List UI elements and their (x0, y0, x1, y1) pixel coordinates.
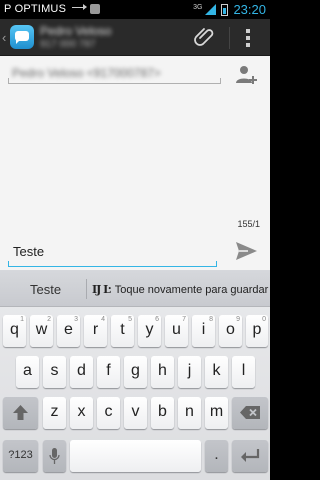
soft-keyboard: Teste IJ Ŀ Toque novamente para guardar … (0, 270, 270, 480)
backspace-icon (240, 406, 260, 419)
carrier-label: P OPTIMUS (4, 3, 67, 15)
recipient-row: Pedro Veloso <917000787> (0, 56, 270, 92)
key-g[interactable]: g (124, 356, 147, 388)
status-bar: P OPTIMUS 3G 23:20 (0, 0, 270, 19)
dictionary-glyph: IJ Ŀ (92, 283, 111, 296)
key-p[interactable]: p0 (246, 315, 268, 347)
suggestion-divider (86, 279, 87, 299)
key-v[interactable]: v (124, 397, 147, 429)
clock: 23:20 (233, 2, 266, 17)
message-thread (0, 92, 270, 242)
symbols-key[interactable]: ?123 (3, 440, 38, 472)
key-r[interactable]: r4 (84, 315, 107, 347)
suggestion-strip: Teste IJ Ŀ Toque novamente para guardar (0, 270, 270, 307)
key-i[interactable]: i8 (192, 315, 215, 347)
network-type-label: 3G (193, 3, 203, 11)
key-c[interactable]: c (97, 397, 120, 429)
paperclip-icon[interactable] (193, 25, 217, 49)
recipient-input[interactable]: Pedro Veloso <917000787> (8, 62, 221, 84)
send-icon[interactable] (234, 240, 258, 262)
conversation-title: Pedro Veloso (40, 24, 112, 38)
message-text: Teste (13, 244, 45, 259)
shift-icon (13, 405, 28, 420)
key-a[interactable]: a (16, 356, 39, 388)
key-t[interactable]: t5 (111, 315, 134, 347)
key-j[interactable]: j (178, 356, 201, 388)
backspace-key[interactable] (232, 397, 268, 429)
key-s[interactable]: s (43, 356, 66, 388)
add-contact-icon[interactable] (234, 63, 258, 87)
key-l[interactable]: l (232, 356, 255, 388)
hint-text: Toque novamente para guardar (114, 284, 269, 296)
suggestion-hint[interactable]: IJ Ŀ Toque novamente para guardar (92, 283, 268, 296)
back-chevron-icon[interactable]: ‹ (2, 30, 6, 45)
compose-bar: Teste (0, 228, 270, 270)
key-e[interactable]: e3 (57, 315, 80, 347)
key-x[interactable]: x (70, 397, 93, 429)
key-k[interactable]: k (205, 356, 228, 388)
suggestion-word[interactable]: Teste (30, 282, 61, 297)
enter-icon (241, 449, 260, 462)
key-y[interactable]: y6 (138, 315, 161, 347)
shift-key[interactable] (3, 397, 38, 429)
microphone-icon (49, 448, 60, 464)
recipient-value: Pedro Veloso <917000787> (12, 66, 161, 80)
key-w[interactable]: w2 (30, 315, 53, 347)
conversation-subtitle: 917 000 787 (40, 39, 96, 50)
key-z[interactable]: z (43, 397, 66, 429)
action-divider (229, 27, 230, 49)
key-q[interactable]: q1 (3, 315, 26, 347)
signal-icon (205, 4, 217, 15)
messaging-app-icon[interactable] (10, 25, 34, 49)
period-key[interactable]: . (205, 440, 228, 472)
key-u[interactable]: u7 (165, 315, 188, 347)
key-o[interactable]: o9 (219, 315, 242, 347)
voice-input-key[interactable] (43, 440, 66, 472)
notification-icon (90, 4, 100, 14)
action-bar: ‹ Pedro Veloso 917 000 787 (0, 19, 270, 56)
usb-icon (72, 4, 87, 13)
key-f[interactable]: f (97, 356, 120, 388)
enter-key[interactable] (232, 440, 268, 472)
battery-icon (221, 3, 229, 16)
key-d[interactable]: d (70, 356, 93, 388)
key-m[interactable]: m (205, 397, 228, 429)
key-h[interactable]: h (151, 356, 174, 388)
key-n[interactable]: n (178, 397, 201, 429)
overflow-menu-icon[interactable] (241, 28, 255, 48)
space-key[interactable] (70, 440, 201, 472)
message-input[interactable]: Teste (8, 228, 217, 267)
key-b[interactable]: b (151, 397, 174, 429)
